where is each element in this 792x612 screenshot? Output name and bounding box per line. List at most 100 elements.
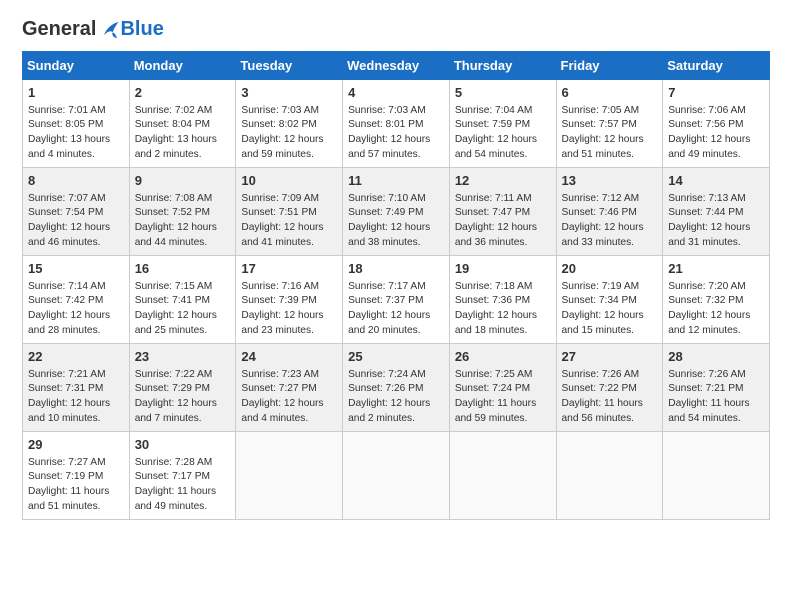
header-friday: Friday <box>556 52 663 80</box>
day-info: Sunrise: 7:16 AMSunset: 7:39 PMDaylight:… <box>241 281 323 336</box>
empty-cell <box>663 432 770 520</box>
day-number: 4 <box>348 84 444 102</box>
header-tuesday: Tuesday <box>236 52 343 80</box>
day-cell-21: 21Sunrise: 7:20 AMSunset: 7:32 PMDayligh… <box>663 256 770 344</box>
day-cell-30: 30 Sunrise: 7:28 AMSunset: 7:17 PMDayligh… <box>129 432 236 520</box>
week-row-2: 8 Sunrise: 7:07 AMSunset: 7:54 PMDaylight… <box>23 168 770 256</box>
calendar-page: General Blue SundayMondayTuesdayWednesda… <box>0 0 792 612</box>
logo-blue-text: Blue <box>120 18 163 41</box>
day-info: Sunrise: 7:23 AMSunset: 7:27 PMDaylight:… <box>241 369 323 424</box>
day-number: 30 <box>135 436 231 454</box>
day-cell-8: 8 Sunrise: 7:07 AMSunset: 7:54 PMDaylight… <box>23 168 130 256</box>
day-cell-27: 27 Sunrise: 7:26 AMSunset: 7:22 PMDayligh… <box>556 344 663 432</box>
day-number: 17 <box>241 260 337 278</box>
logo-bird-icon <box>98 19 120 41</box>
day-cell-16: 16 Sunrise: 7:15 AMSunset: 7:41 PMDayligh… <box>129 256 236 344</box>
day-info: Sunrise: 7:15 AMSunset: 7:41 PMDaylight:… <box>135 281 217 336</box>
empty-cell <box>343 432 450 520</box>
day-number: 19 <box>455 260 551 278</box>
day-cell-12: 12 Sunrise: 7:11 AMSunset: 7:47 PMDayligh… <box>449 168 556 256</box>
day-number: 28 <box>668 348 764 366</box>
header-wednesday: Wednesday <box>343 52 450 80</box>
header-monday: Monday <box>129 52 236 80</box>
day-info: Sunrise: 7:05 AMSunset: 7:57 PMDaylight:… <box>562 105 644 160</box>
day-number: 27 <box>562 348 658 366</box>
day-cell-28: 28 Sunrise: 7:26 AMSunset: 7:21 PMDayligh… <box>663 344 770 432</box>
day-number: 22 <box>28 348 124 366</box>
day-cell-23: 23 Sunrise: 7:22 AMSunset: 7:29 PMDayligh… <box>129 344 236 432</box>
header-thursday: Thursday <box>449 52 556 80</box>
day-cell-5: 5 Sunrise: 7:04 AMSunset: 7:59 PMDaylight… <box>449 80 556 168</box>
logo: General Blue <box>22 18 164 41</box>
day-number: 11 <box>348 172 444 190</box>
day-number: 9 <box>135 172 231 190</box>
day-cell-7: 7 Sunrise: 7:06 AMSunset: 7:56 PMDaylight… <box>663 80 770 168</box>
day-info: Sunrise: 7:08 AMSunset: 7:52 PMDaylight:… <box>135 193 217 248</box>
day-cell-19: 19 Sunrise: 7:18 AMSunset: 7:36 PMDayligh… <box>449 256 556 344</box>
day-cell-6: 6 Sunrise: 7:05 AMSunset: 7:57 PMDaylight… <box>556 80 663 168</box>
day-info: Sunrise: 7:26 AMSunset: 7:22 PMDaylight:… <box>562 369 643 424</box>
day-info: Sunrise: 7:25 AMSunset: 7:24 PMDaylight:… <box>455 369 536 424</box>
day-number: 24 <box>241 348 337 366</box>
empty-cell <box>236 432 343 520</box>
day-number: 25 <box>348 348 444 366</box>
day-cell-18: 18 Sunrise: 7:17 AMSunset: 7:37 PMDayligh… <box>343 256 450 344</box>
day-cell-1: 1 Sunrise: 7:01 AMSunset: 8:05 PMDaylight… <box>23 80 130 168</box>
day-number: 8 <box>28 172 124 190</box>
day-info: Sunrise: 7:14 AMSunset: 7:42 PMDaylight:… <box>28 281 110 336</box>
day-info: Sunrise: 7:06 AMSunset: 7:56 PMDaylight:… <box>668 105 750 160</box>
day-cell-4: 4 Sunrise: 7:03 AMSunset: 8:01 PMDaylight… <box>343 80 450 168</box>
day-info: Sunrise: 7:22 AMSunset: 7:29 PMDaylight:… <box>135 369 217 424</box>
day-info: Sunrise: 7:01 AMSunset: 8:05 PMDaylight:… <box>28 105 110 160</box>
empty-cell <box>449 432 556 520</box>
day-cell-22: 22 Sunrise: 7:21 AMSunset: 7:31 PMDayligh… <box>23 344 130 432</box>
day-info: Sunrise: 7:07 AMSunset: 7:54 PMDaylight:… <box>28 193 110 248</box>
day-cell-24: 24 Sunrise: 7:23 AMSunset: 7:27 PMDayligh… <box>236 344 343 432</box>
day-info: Sunrise: 7:21 AMSunset: 7:31 PMDaylight:… <box>28 369 110 424</box>
day-cell-29: 29 Sunrise: 7:27 AMSunset: 7:19 PMDayligh… <box>23 432 130 520</box>
day-info: Sunrise: 7:27 AMSunset: 7:19 PMDaylight:… <box>28 457 109 512</box>
day-number: 29 <box>28 436 124 454</box>
day-cell-26: 26Sunrise: 7:25 AMSunset: 7:24 PMDayligh… <box>449 344 556 432</box>
day-info: Sunrise: 7:28 AMSunset: 7:17 PMDaylight:… <box>135 457 216 512</box>
day-info: Sunrise: 7:04 AMSunset: 7:59 PMDaylight:… <box>455 105 537 160</box>
logo-general-text: General <box>22 18 96 41</box>
day-number: 3 <box>241 84 337 102</box>
header-sunday: Sunday <box>23 52 130 80</box>
day-info: Sunrise: 7:10 AMSunset: 7:49 PMDaylight:… <box>348 193 430 248</box>
empty-cell <box>556 432 663 520</box>
day-info: Sunrise: 7:18 AMSunset: 7:36 PMDaylight:… <box>455 281 537 336</box>
day-number: 15 <box>28 260 124 278</box>
day-cell-3: 3 Sunrise: 7:03 AMSunset: 8:02 PMDaylight… <box>236 80 343 168</box>
day-info: Sunrise: 7:19 AMSunset: 7:34 PMDaylight:… <box>562 281 644 336</box>
day-info: Sunrise: 7:03 AMSunset: 8:01 PMDaylight:… <box>348 105 430 160</box>
day-number: 7 <box>668 84 764 102</box>
day-info: Sunrise: 7:26 AMSunset: 7:21 PMDaylight:… <box>668 369 749 424</box>
day-number: 5 <box>455 84 551 102</box>
day-number: 18 <box>348 260 444 278</box>
week-row-3: 15 Sunrise: 7:14 AMSunset: 7:42 PMDayligh… <box>23 256 770 344</box>
day-number: 16 <box>135 260 231 278</box>
week-row-4: 22 Sunrise: 7:21 AMSunset: 7:31 PMDayligh… <box>23 344 770 432</box>
day-cell-20: 20Sunrise: 7:19 AMSunset: 7:34 PMDayligh… <box>556 256 663 344</box>
calendar-header-row: SundayMondayTuesdayWednesdayThursdayFrid… <box>23 52 770 80</box>
day-info: Sunrise: 7:13 AMSunset: 7:44 PMDaylight:… <box>668 193 750 248</box>
day-cell-25: 25Sunrise: 7:24 AMSunset: 7:26 PMDayligh… <box>343 344 450 432</box>
day-info: Sunrise: 7:02 AMSunset: 8:04 PMDaylight:… <box>135 105 217 160</box>
day-info: Sunrise: 7:11 AMSunset: 7:47 PMDaylight:… <box>455 193 537 248</box>
day-number: 6 <box>562 84 658 102</box>
day-cell-14: 14Sunrise: 7:13 AMSunset: 7:44 PMDayligh… <box>663 168 770 256</box>
day-number: 23 <box>135 348 231 366</box>
day-cell-9: 9 Sunrise: 7:08 AMSunset: 7:52 PMDaylight… <box>129 168 236 256</box>
week-row-5: 29 Sunrise: 7:27 AMSunset: 7:19 PMDayligh… <box>23 432 770 520</box>
day-info: Sunrise: 7:03 AMSunset: 8:02 PMDaylight:… <box>241 105 323 160</box>
day-cell-13: 13Sunrise: 7:12 AMSunset: 7:46 PMDayligh… <box>556 168 663 256</box>
day-number: 13 <box>562 172 658 190</box>
day-info: Sunrise: 7:17 AMSunset: 7:37 PMDaylight:… <box>348 281 430 336</box>
day-cell-2: 2Sunrise: 7:02 AMSunset: 8:04 PMDaylight… <box>129 80 236 168</box>
day-info: Sunrise: 7:20 AMSunset: 7:32 PMDaylight:… <box>668 281 750 336</box>
day-number: 10 <box>241 172 337 190</box>
day-cell-11: 11 Sunrise: 7:10 AMSunset: 7:49 PMDayligh… <box>343 168 450 256</box>
day-number: 1 <box>28 84 124 102</box>
day-number: 12 <box>455 172 551 190</box>
